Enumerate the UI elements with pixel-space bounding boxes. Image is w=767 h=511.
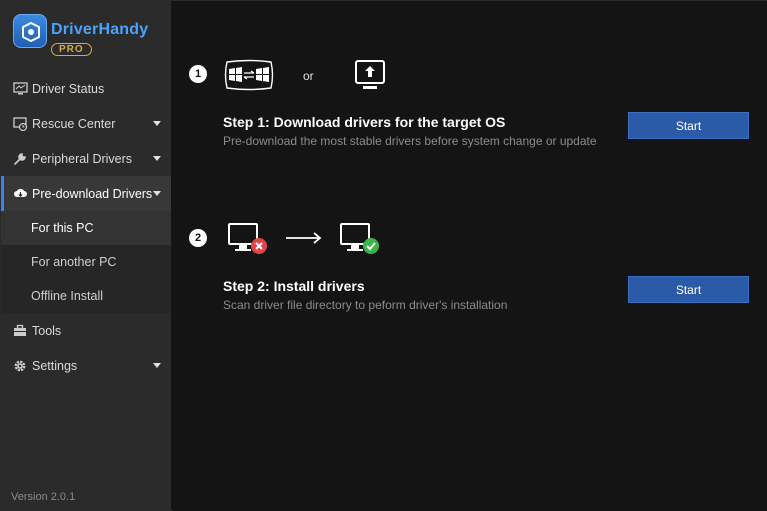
sidebar: DriverHandy PRO Driver Status Rescue Cen… xyxy=(1,1,171,511)
pc-error-icon xyxy=(227,221,269,262)
sidebar-item-tools[interactable]: Tools xyxy=(1,313,171,348)
step-1-title: Step 1: Download drivers for the target … xyxy=(223,114,506,130)
step-1-badge: 1 xyxy=(189,65,207,83)
chevron-down-icon xyxy=(153,191,161,196)
step-2-start-button[interactable]: Start xyxy=(628,276,749,303)
step-2-description: Scan driver file directory to peform dri… xyxy=(223,298,508,312)
gear-icon xyxy=(12,358,28,374)
sidebar-item-driver-status[interactable]: Driver Status xyxy=(1,71,171,106)
step-1-description: Pre-download the most stable drivers bef… xyxy=(223,134,597,148)
sidebar-item-label: Tools xyxy=(32,323,62,338)
pre-download-submenu: For this PC For another PC Offline Insta… xyxy=(1,211,171,313)
main-panel: 1 or Step 1: Download drivers for the ta… xyxy=(173,1,767,511)
edition-badge: PRO xyxy=(51,43,92,56)
app-window: DriverHandy PRO Driver Status Rescue Cen… xyxy=(0,0,767,511)
sidebar-nav: Driver Status Rescue Center Peripheral D… xyxy=(1,71,171,383)
cloud-download-icon xyxy=(12,186,28,202)
app-name: DriverHandy xyxy=(51,21,149,38)
sidebar-item-label: Rescue Center xyxy=(32,116,116,131)
arrow-right-icon xyxy=(285,231,323,250)
sidebar-item-label: Peripheral Drivers xyxy=(32,151,133,166)
chevron-down-icon xyxy=(153,363,161,368)
chevron-down-icon xyxy=(153,156,161,161)
wrench-icon xyxy=(12,151,28,167)
step-2-title: Step 2: Install drivers xyxy=(223,278,365,294)
rescue-icon xyxy=(12,116,28,132)
sidebar-item-label: Pre-download Drivers xyxy=(32,186,153,201)
monitor-icon xyxy=(12,81,28,97)
sidebar-subitem-for-this-pc[interactable]: For this PC xyxy=(1,211,171,245)
logo-icon xyxy=(13,14,47,48)
pc-success-icon xyxy=(339,221,381,262)
toolbox-icon xyxy=(12,323,28,339)
sidebar-subitem-offline-install[interactable]: Offline Install xyxy=(1,279,171,313)
app-logo: DriverHandy PRO xyxy=(11,11,161,57)
step-1-start-button[interactable]: Start xyxy=(628,112,749,139)
version-label: Version 2.0.1 xyxy=(11,491,76,503)
step-2-badge: 2 xyxy=(189,229,207,247)
chevron-down-icon xyxy=(153,121,161,126)
sidebar-item-label: Driver Status xyxy=(32,81,105,96)
sidebar-item-peripheral-drivers[interactable]: Peripheral Drivers xyxy=(1,141,171,176)
sidebar-item-settings[interactable]: Settings xyxy=(1,348,171,383)
os-switch-icon xyxy=(223,59,275,96)
sidebar-subitem-for-another-pc[interactable]: For another PC xyxy=(1,245,171,279)
sidebar-item-rescue-center[interactable]: Rescue Center xyxy=(1,106,171,141)
sidebar-item-label: Settings xyxy=(32,358,78,373)
sidebar-item-pre-download-drivers[interactable]: Pre-download Drivers xyxy=(1,176,171,211)
or-label: or xyxy=(303,69,314,83)
system-update-icon xyxy=(354,59,386,96)
